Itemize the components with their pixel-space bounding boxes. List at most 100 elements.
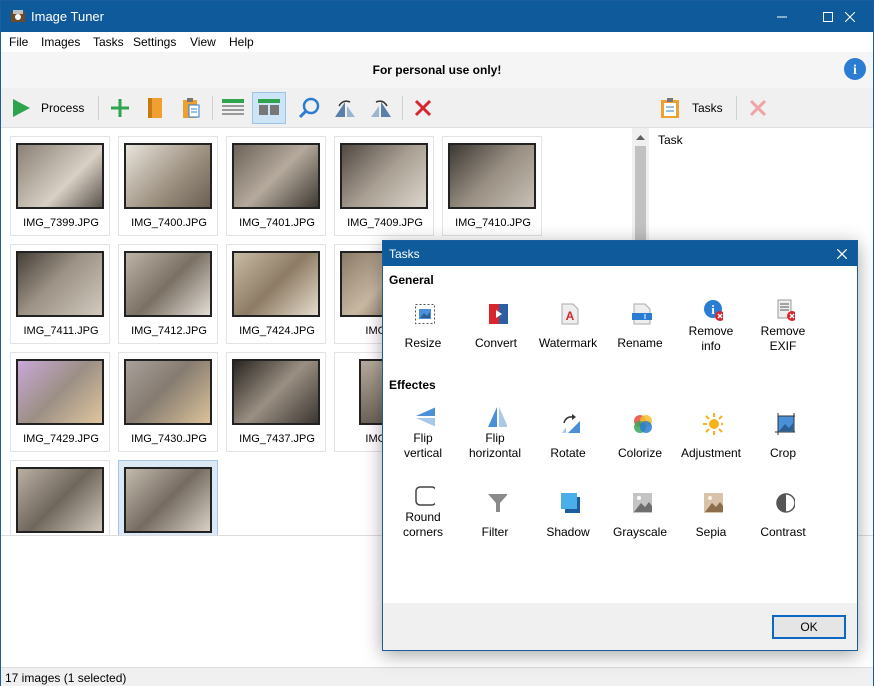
convert-icon: [489, 304, 508, 324]
thumbnail[interactable]: IMG_7429.JPG: [10, 352, 110, 452]
add-folder-button[interactable]: [142, 92, 168, 124]
rotate-left-button[interactable]: [331, 92, 359, 124]
thumbnail-selected[interactable]: [118, 460, 218, 535]
notice-text: For personal use only!: [372, 63, 502, 77]
clipboard-icon: [183, 98, 200, 118]
crop-icon: [775, 413, 795, 435]
task-label: info: [701, 339, 721, 353]
paste-button[interactable]: [178, 92, 204, 124]
task-remove-info[interactable]: i Remove info: [675, 299, 747, 365]
image-thumbnail: [448, 143, 536, 209]
process-label: Process: [41, 101, 85, 115]
thumbnail-label: IMG_7399.JPG: [23, 217, 99, 229]
task-colorize[interactable]: Colorize: [604, 413, 676, 479]
task-label: Remove: [688, 324, 734, 338]
task-round-corners[interactable]: Round corners: [387, 485, 459, 551]
task-label: Crop: [769, 446, 796, 460]
task-label: Sepia: [695, 525, 727, 539]
task-crop[interactable]: Crop: [747, 413, 819, 479]
task-rotate[interactable]: Rotate: [532, 413, 604, 479]
info-icon[interactable]: i: [844, 58, 866, 80]
task-convert[interactable]: Convert: [460, 303, 532, 369]
status-text: 17 images (1 selected): [5, 671, 127, 685]
task-label: Round: [405, 510, 441, 524]
image-thumbnail: [16, 467, 104, 533]
ok-button[interactable]: OK: [772, 615, 846, 639]
tasks-dialog: Tasks General Resize Convert A Watermark…: [382, 240, 858, 651]
dialog-close-button[interactable]: [827, 241, 857, 266]
delete-x-icon: [414, 99, 432, 117]
task-label: Grayscale: [612, 525, 668, 539]
close-icon: [837, 248, 847, 259]
menu-tasks[interactable]: Tasks: [93, 35, 124, 49]
plus-icon: [111, 99, 129, 117]
menu-images[interactable]: Images: [41, 35, 80, 49]
scrollbar-thumb[interactable]: [635, 146, 646, 242]
flip-horizontal-icon: [488, 407, 507, 427]
status-bar: 17 images (1 selected): [1, 667, 873, 686]
task-label: Resize: [404, 336, 442, 350]
task-label: Rotate: [550, 446, 586, 460]
thumbnail-label: IMG_7401.JPG: [239, 217, 315, 229]
thumbnail[interactable]: IMG_7409.JPG: [334, 136, 434, 236]
menu-help[interactable]: Help: [229, 35, 254, 49]
thumbnail[interactable]: IMG_7424.JPG: [226, 244, 326, 344]
thumbnail[interactable]: IMG_7411.JPG: [10, 244, 110, 344]
thumbnail[interactable]: IMG_7399.JPG: [10, 136, 110, 236]
toolbar: Process Tasks: [1, 88, 873, 128]
menu-settings[interactable]: Settings: [133, 35, 176, 49]
close-button[interactable]: [827, 1, 873, 32]
add-images-button[interactable]: [107, 92, 133, 124]
task-contrast[interactable]: Contrast: [747, 492, 819, 558]
minimize-button[interactable]: [759, 1, 805, 32]
thumbnail-label: IMG_7400.JPG: [131, 217, 207, 229]
thumbnail[interactable]: IMG_7400.JPG: [118, 136, 218, 236]
thumbnail[interactable]: IMG_7410.JPG: [442, 136, 542, 236]
tasks-button[interactable]: Tasks: [657, 92, 723, 124]
dialog-title-bar: Tasks: [383, 241, 857, 266]
task-flip-horizontal[interactable]: Flip horizontal: [459, 406, 531, 472]
grayscale-icon: [633, 493, 652, 513]
task-sepia[interactable]: Sepia: [675, 492, 747, 558]
list-view-icon: [222, 99, 244, 115]
thumbnail-view-button[interactable]: [252, 92, 286, 124]
rotate-icon: [562, 414, 580, 433]
task-label: Shadow: [546, 525, 590, 539]
thumbnail-label: IMG_7429.JPG: [23, 433, 99, 445]
thumbnail[interactable]: IMG_7430.JPG: [118, 352, 218, 452]
contrast-icon: [776, 493, 795, 513]
task-grayscale[interactable]: Grayscale: [604, 492, 676, 558]
task-adjustment[interactable]: Adjustment: [675, 413, 747, 479]
sun-icon: [703, 413, 723, 435]
menu-view[interactable]: View: [190, 35, 216, 49]
rotate-right-icon: [371, 100, 391, 117]
sepia-icon: [704, 493, 723, 513]
menu-file[interactable]: File: [9, 35, 28, 49]
thumbnail[interactable]: IMG_7401.JPG: [226, 136, 326, 236]
task-rename[interactable]: Rename: [604, 303, 676, 369]
thumbnail-label: IMG_7409.JPG: [347, 217, 423, 229]
task-filter[interactable]: Filter: [459, 492, 531, 558]
task-label: Colorize: [617, 446, 662, 460]
zoom-button[interactable]: [296, 92, 322, 124]
list-view-button[interactable]: [219, 92, 247, 124]
rotate-right-button[interactable]: [367, 92, 395, 124]
task-resize[interactable]: Resize: [387, 303, 459, 369]
svg-text:i: i: [711, 302, 715, 317]
rename-icon: [632, 303, 652, 325]
dialog-footer: OK: [383, 603, 857, 650]
task-label: Convert: [474, 336, 518, 350]
thumbnail[interactable]: [10, 460, 110, 535]
task-shadow[interactable]: Shadow: [532, 492, 604, 558]
task-flip-vertical[interactable]: Flip vertical: [387, 406, 459, 472]
thumbnail[interactable]: IMG_7437.JPG: [226, 352, 326, 452]
remove-task-button[interactable]: [745, 92, 771, 124]
task-remove-exif[interactable]: Remove EXIF: [747, 299, 819, 365]
task-watermark[interactable]: A Watermark: [532, 303, 604, 369]
remove-button[interactable]: [410, 92, 436, 124]
toolbar-separator: [736, 96, 737, 120]
task-column-header: Task: [658, 133, 683, 147]
task-label: Filter: [481, 525, 509, 539]
process-button[interactable]: Process: [7, 92, 91, 124]
thumbnail[interactable]: IMG_7412.JPG: [118, 244, 218, 344]
